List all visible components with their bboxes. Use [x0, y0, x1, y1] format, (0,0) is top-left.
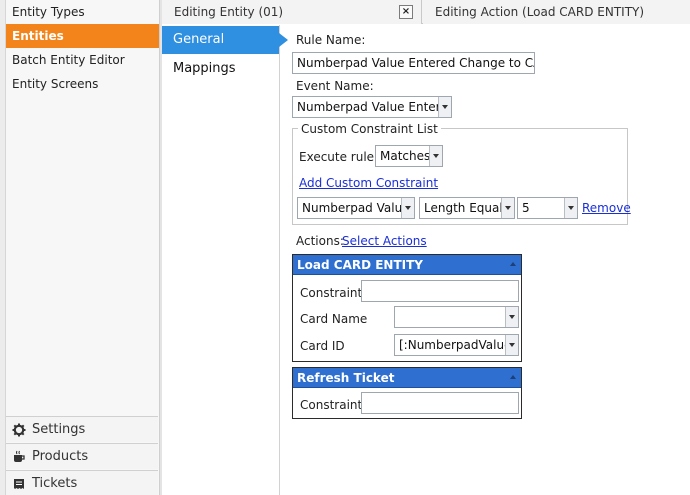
chevron-down-icon — [401, 198, 414, 218]
document-tabs: Editing Entity (01) × Editing Action (Lo… — [162, 0, 690, 24]
rule-name-input[interactable]: Numberpad Value Entered Change to CARD — [292, 52, 535, 74]
bottom-nav-settings[interactable]: Settings — [6, 416, 158, 442]
ticket-icon — [12, 477, 26, 491]
action-constraint-label: Constraint: — [300, 286, 367, 300]
nav-item-entities[interactable]: Entities — [6, 24, 159, 48]
card-name-label: Card Name — [300, 312, 368, 326]
card-id-value: [:NumberpadValue] — [399, 338, 517, 352]
constraint-operator-value: Length Equals — [424, 201, 509, 215]
constraint-value-select[interactable]: 5 — [517, 197, 578, 219]
constraint-value: 5 — [522, 201, 530, 215]
actions-label: Actions: — [296, 234, 344, 248]
cup-icon — [12, 450, 26, 464]
chevron-down-icon — [429, 146, 442, 166]
subnav-mappings[interactable]: Mappings — [162, 55, 279, 83]
settings-subnav: General Settings Mappings — [162, 25, 288, 495]
action-panel-title: Refresh Ticket — [297, 371, 395, 385]
card-id-label: Card ID — [300, 339, 345, 353]
close-icon[interactable]: × — [399, 5, 413, 19]
event-name-label: Event Name: — [296, 79, 374, 93]
rule-name-label: Rule Name: — [296, 33, 366, 47]
add-custom-constraint-link[interactable]: Add Custom Constraint — [299, 176, 438, 190]
constraint-field-select[interactable]: Numberpad Value — [297, 197, 415, 219]
execute-rule-label: Execute rule if — [299, 150, 386, 164]
event-name-select[interactable]: Numberpad Value Entered — [292, 96, 452, 118]
subnav-general-settings[interactable]: General Settings — [162, 26, 288, 75]
gear-icon — [12, 423, 26, 437]
tab-editing-action[interactable]: Editing Action (Load CARD ENTITY) — [423, 0, 690, 24]
action-constraint-label: Constraint: — [300, 398, 367, 412]
bottom-nav-label: Settings — [32, 421, 86, 437]
collapse-icon[interactable] — [510, 262, 516, 266]
bottom-nav-label: Products — [32, 448, 89, 464]
collapse-icon[interactable] — [510, 375, 516, 379]
constraint-field-value: Numberpad Value — [302, 201, 410, 215]
custom-constraint-legend: Custom Constraint List — [298, 122, 441, 136]
execute-rule-select[interactable]: Matches — [375, 145, 443, 167]
action-constraint-input[interactable] — [361, 392, 519, 414]
action-panel-title: Load CARD ENTITY — [297, 258, 423, 272]
chevron-down-icon — [564, 198, 577, 218]
tab-label: Editing Action (Load CARD ENTITY) — [435, 5, 645, 19]
event-name-value: Numberpad Value Entered — [297, 100, 452, 114]
action-panel-header[interactable]: Load CARD ENTITY — [293, 255, 521, 275]
card-name-select[interactable] — [394, 306, 519, 328]
remove-constraint-link[interactable]: Remove — [582, 201, 631, 215]
tab-editing-entity[interactable]: Editing Entity (01) × — [162, 0, 422, 24]
tab-label: Editing Entity (01) — [174, 5, 284, 19]
nav-item-entity-screens[interactable]: Entity Screens — [6, 72, 159, 96]
card-id-select[interactable]: [:NumberpadValue] — [394, 334, 519, 356]
bottom-nav-products[interactable]: Products — [6, 443, 158, 469]
chevron-down-icon — [505, 335, 518, 355]
bottom-nav-tickets[interactable]: Tickets — [6, 470, 158, 495]
execute-rule-value: Matches — [380, 149, 431, 163]
chevron-down-icon — [505, 307, 518, 327]
chevron-down-icon — [438, 97, 451, 117]
action-constraint-input[interactable] — [361, 280, 519, 302]
left-navigation: Entity Types Entities Batch Entity Edito… — [0, 0, 160, 495]
constraint-operator-select[interactable]: Length Equals — [419, 197, 515, 219]
nav-item-entity-types[interactable]: Entity Types — [6, 0, 159, 24]
action-panel-header[interactable]: Refresh Ticket — [293, 368, 521, 388]
chevron-down-icon — [501, 198, 514, 218]
bottom-nav-label: Tickets — [32, 475, 78, 491]
select-actions-link[interactable]: Select Actions — [342, 234, 427, 248]
nav-item-batch-entity-editor[interactable]: Batch Entity Editor — [6, 48, 159, 72]
